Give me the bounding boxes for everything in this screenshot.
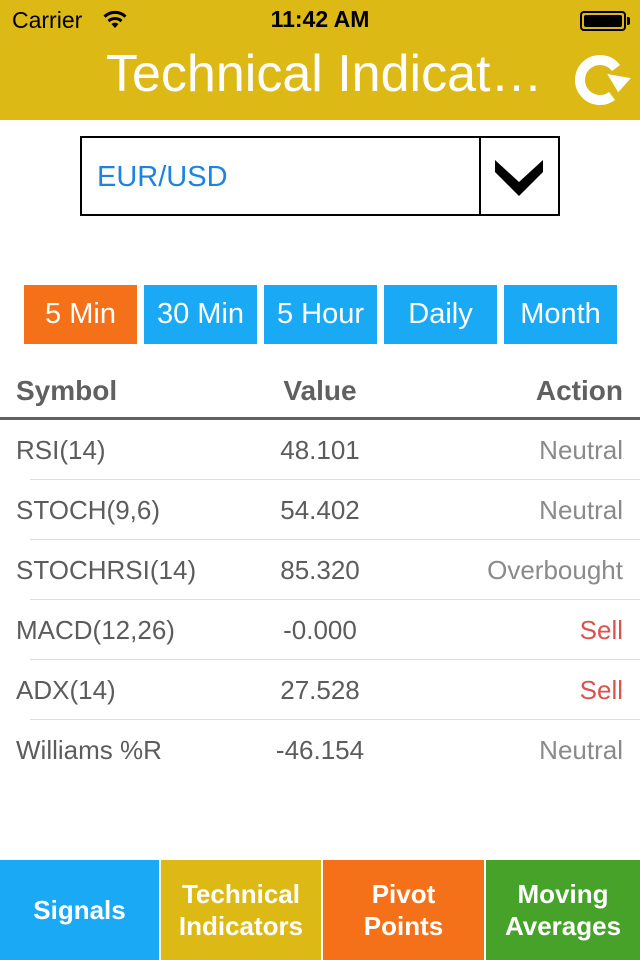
row-value: -46.154 <box>275 735 365 765</box>
tab-pivot-points[interactable]: Pivot Points <box>323 860 484 960</box>
battery-tip <box>627 17 630 25</box>
status-bar: Carrier 11:42 AM <box>0 0 640 40</box>
tab-technical-indicators[interactable]: Technical Indicators <box>161 860 321 960</box>
row-symbol: ADX(14) <box>16 675 116 705</box>
column-header-value: Value <box>283 375 357 406</box>
timeframe-month[interactable]: Month <box>504 285 617 344</box>
currency-pair-picker[interactable]: EUR/USD <box>80 136 560 216</box>
row-symbol: MACD(12,26) <box>16 615 175 645</box>
table-row[interactable]: STOCH(9,6) 54.402 Neutral <box>0 480 640 540</box>
row-symbol: Williams %R <box>16 735 162 765</box>
row-action: Neutral <box>539 435 623 465</box>
battery-icon <box>580 11 626 31</box>
row-action: Sell <box>579 615 623 645</box>
timeframe-daily[interactable]: Daily <box>384 285 497 344</box>
selected-pair: EUR/USD <box>97 161 228 193</box>
dropdown-button[interactable] <box>479 138 558 214</box>
bottom-tab-bar: Signals Technical Indicators Pivot Points … <box>0 860 640 960</box>
row-symbol: STOCH(9,6) <box>16 495 160 525</box>
row-action: Neutral <box>539 735 623 765</box>
tab-label-line1: Moving <box>517 879 609 909</box>
row-action: Neutral <box>539 495 623 525</box>
row-symbol: STOCHRSI(14) <box>16 555 197 585</box>
timeframe-5-hour[interactable]: 5 Hour <box>264 285 377 344</box>
table-row[interactable]: STOCHRSI(14) 85.320 Overbought <box>0 540 640 600</box>
table-row[interactable]: MACD(12,26) -0.000 Sell <box>0 600 640 660</box>
row-value: 54.402 <box>280 495 360 525</box>
row-action: Sell <box>579 675 623 705</box>
navigation-bar: Carrier 11:42 AM Technical Indicat… <box>0 0 640 120</box>
tab-label-line1: Pivot <box>371 879 436 909</box>
tab-signals[interactable]: Signals <box>0 860 159 960</box>
row-value: 27.528 <box>280 675 360 705</box>
row-action: Overbought <box>487 555 623 585</box>
row-symbol: RSI(14) <box>16 435 106 465</box>
column-header-symbol: Symbol <box>16 375 118 406</box>
timeframe-30-min[interactable]: 30 Min <box>144 285 257 344</box>
tab-label: Signals <box>33 895 126 925</box>
row-value: -0.000 <box>283 615 357 645</box>
page-title: Technical Indicat… <box>106 45 543 103</box>
timeframe-selector: 5 Min 30 Min 5 Hour Daily Month <box>24 285 618 344</box>
row-value: 48.101 <box>280 435 360 465</box>
tab-moving-averages[interactable]: Moving Averages <box>486 860 640 960</box>
tab-label-line2: Indicators <box>178 911 304 941</box>
tab-label-line1: Technical <box>181 879 300 909</box>
column-header-action: Action <box>535 375 623 406</box>
tab-label-line2: Points <box>363 911 444 941</box>
timeframe-5-min[interactable]: 5 Min <box>24 285 137 344</box>
table-row[interactable]: RSI(14) 48.101 Neutral <box>0 420 640 480</box>
table-row[interactable]: Williams %R -46.154 Neutral <box>0 720 640 780</box>
table-header: Symbol Value Action <box>0 364 640 420</box>
table-row[interactable]: ADX(14) 27.528 Sell <box>0 660 640 720</box>
row-value: 85.320 <box>280 555 360 585</box>
tab-label-line2: Averages <box>504 911 622 941</box>
clock: 11:42 AM <box>270 6 370 32</box>
chevron-down-icon <box>495 160 543 196</box>
refresh-icon[interactable] <box>568 46 632 108</box>
